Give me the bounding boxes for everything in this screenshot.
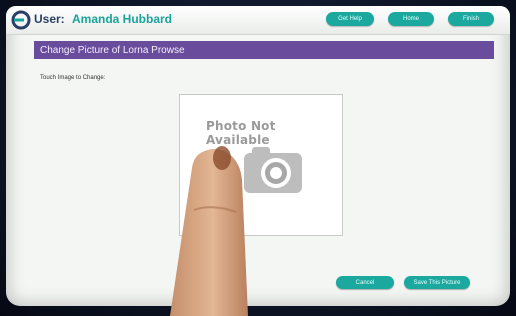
- get-help-button[interactable]: Get Help: [326, 12, 374, 26]
- photo-placeholder[interactable]: Photo Not Available: [179, 94, 343, 236]
- cancel-button[interactable]: Cancel: [336, 276, 394, 289]
- user-name: Amanda Hubbard: [72, 12, 173, 26]
- app-logo-icon: [11, 10, 31, 30]
- user-label: User:: [34, 12, 65, 26]
- save-this-picture-button[interactable]: Save This Picture: [404, 276, 470, 289]
- page-title: Change Picture of Lorna Prowse: [34, 41, 494, 59]
- tablet-screen: User: Amanda Hubbard Get Help Home Finis…: [6, 6, 510, 306]
- instruction-text: Touch Image to Change:: [40, 75, 106, 81]
- home-button[interactable]: Home: [388, 12, 434, 26]
- camera-icon: [244, 147, 302, 193]
- tablet-bezel: User: Amanda Hubbard Get Help Home Finis…: [0, 0, 516, 316]
- finish-button[interactable]: Finish: [448, 12, 494, 26]
- app-header: User: Amanda Hubbard Get Help Home Finis…: [6, 6, 510, 35]
